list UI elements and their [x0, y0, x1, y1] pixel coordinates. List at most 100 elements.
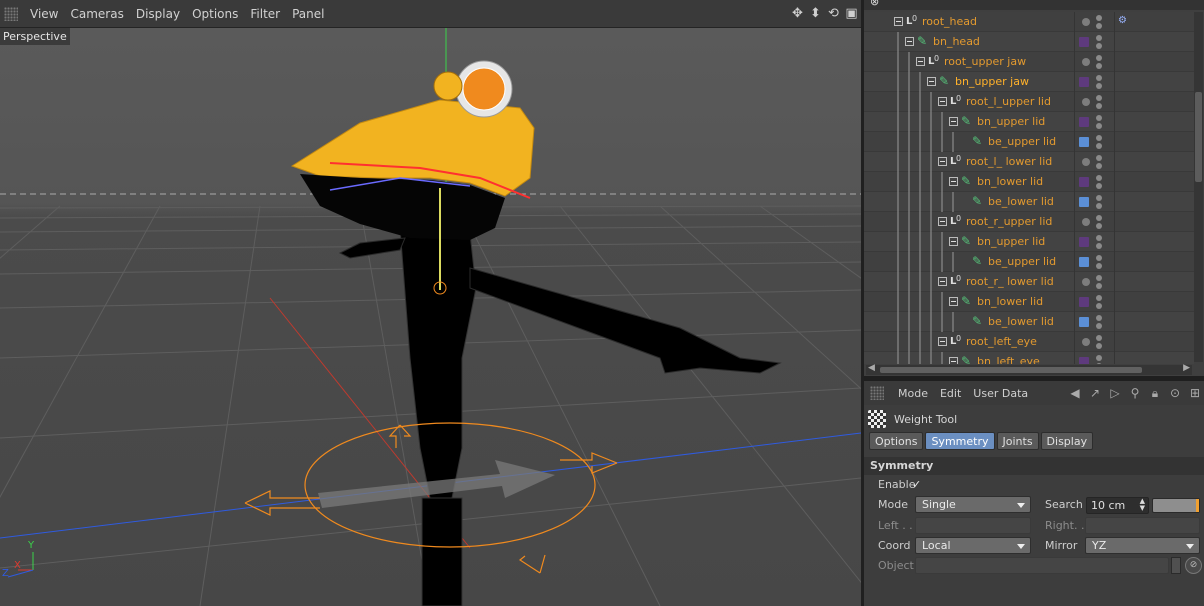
- object-name[interactable]: bn_head: [933, 32, 980, 52]
- expand-toggle-icon[interactable]: [949, 297, 958, 306]
- expand-toggle-icon[interactable]: [949, 357, 958, 364]
- close-icon[interactable]: ⊗: [870, 0, 884, 9]
- menu-mode[interactable]: Mode: [892, 387, 934, 400]
- scene-canvas[interactable]: Y X Z: [0, 28, 861, 606]
- expand-toggle-icon[interactable]: [894, 17, 903, 26]
- viewport-3d[interactable]: Y X Z Perspective: [0, 28, 861, 606]
- visibility-dots[interactable]: [1096, 274, 1102, 290]
- ik-tag-icon[interactable]: ⚙: [1118, 15, 1132, 29]
- frog-model[interactable]: [290, 60, 782, 606]
- visibility-dots[interactable]: [1096, 174, 1102, 190]
- object-name[interactable]: root_l_upper lid: [966, 92, 1051, 112]
- object-name[interactable]: root_left_eye: [966, 332, 1037, 352]
- grip-icon[interactable]: [870, 386, 884, 400]
- scroll-thumb[interactable]: [880, 367, 1142, 373]
- visibility-dots[interactable]: [1096, 14, 1102, 30]
- object-name[interactable]: be_lower lid: [988, 312, 1054, 332]
- expand-toggle-icon[interactable]: [949, 177, 958, 186]
- visibility-dots[interactable]: [1096, 354, 1102, 364]
- object-tree-row[interactable]: ✎ bn_left_eye: [864, 352, 1194, 364]
- layer-dot[interactable]: [1082, 98, 1090, 106]
- object-tree-row[interactable]: ✎ be_lower lid: [864, 312, 1194, 332]
- visibility-dots[interactable]: [1096, 194, 1102, 210]
- visibility-dots[interactable]: [1096, 254, 1102, 270]
- layer-color-swatch[interactable]: [1079, 297, 1089, 307]
- layer-color-swatch[interactable]: [1079, 117, 1089, 127]
- layer-color-swatch[interactable]: [1079, 177, 1089, 187]
- visibility-dots[interactable]: [1096, 234, 1102, 250]
- expand-toggle-icon[interactable]: [949, 117, 958, 126]
- visibility-dots[interactable]: [1096, 114, 1102, 130]
- layer-dot[interactable]: [1082, 158, 1090, 166]
- link-icon[interactable]: ⊙: [1168, 385, 1182, 401]
- object-tree-row[interactable]: root_l_ lower lid: [864, 152, 1194, 172]
- scroll-left-icon[interactable]: ◀: [868, 363, 875, 373]
- menu-edit[interactable]: Edit: [934, 387, 967, 400]
- object-tree-row[interactable]: ✎ bn_head: [864, 32, 1194, 52]
- tab-display[interactable]: Display: [1040, 432, 1094, 450]
- object-tree-row[interactable]: root_r_upper lid: [864, 212, 1194, 232]
- object-name[interactable]: root_r_upper lid: [966, 212, 1052, 232]
- menu-options[interactable]: Options: [186, 0, 244, 28]
- search-icon[interactable]: ⚲: [1128, 385, 1142, 401]
- object-name[interactable]: be_upper lid: [988, 132, 1056, 152]
- expand-toggle-icon[interactable]: [949, 237, 958, 246]
- layer-dot[interactable]: [1082, 58, 1090, 66]
- visibility-dots[interactable]: [1096, 334, 1102, 350]
- object-tree-row[interactable]: ✎ bn_lower lid: [864, 292, 1194, 312]
- visibility-dots[interactable]: [1096, 34, 1102, 50]
- enable-checkbox[interactable]: ✓: [912, 479, 924, 491]
- object-name[interactable]: bn_lower lid: [977, 172, 1043, 192]
- up-arrow-icon[interactable]: ↗: [1088, 385, 1102, 401]
- left-field[interactable]: [915, 517, 1031, 534]
- layer-dot[interactable]: [1082, 18, 1090, 26]
- menu-view[interactable]: View: [24, 0, 64, 28]
- menu-display[interactable]: Display: [130, 0, 186, 28]
- scroll-right-icon[interactable]: ▶: [1183, 363, 1190, 373]
- expand-toggle-icon[interactable]: [927, 77, 936, 86]
- menu-user-data[interactable]: User Data: [967, 387, 1034, 400]
- menu-panel[interactable]: Panel: [286, 0, 330, 28]
- expand-toggle-icon[interactable]: [938, 217, 947, 226]
- zoom-view-icon[interactable]: ⬍: [808, 5, 823, 22]
- object-tree-vscrollbar[interactable]: [1194, 12, 1203, 362]
- forward-arrow-icon[interactable]: ▷: [1108, 385, 1122, 401]
- object-tree-row[interactable]: ✎ bn_upper lid: [864, 112, 1194, 132]
- visibility-dots[interactable]: [1096, 314, 1102, 330]
- expand-toggle-icon[interactable]: [905, 37, 914, 46]
- layer-color-swatch[interactable]: [1079, 197, 1089, 207]
- expand-toggle-icon[interactable]: [938, 157, 947, 166]
- object-tree-row[interactable]: ✎ be_lower lid: [864, 192, 1194, 212]
- object-name[interactable]: bn_upper jaw: [955, 72, 1029, 92]
- right-field[interactable]: [1085, 517, 1200, 534]
- object-name[interactable]: be_lower lid: [988, 192, 1054, 212]
- layer-color-swatch[interactable]: [1079, 77, 1089, 87]
- tab-options[interactable]: Options: [869, 432, 924, 450]
- maximize-view-icon[interactable]: ▣: [844, 5, 859, 22]
- object-tree-row[interactable]: root_left_eye: [864, 332, 1194, 352]
- spinner-arrows-icon[interactable]: ▲ ▼: [1140, 498, 1145, 512]
- expand-toggle-icon[interactable]: [938, 97, 947, 106]
- object-tree-row[interactable]: root_r_ lower lid: [864, 272, 1194, 292]
- move-view-icon[interactable]: ✥: [790, 5, 805, 22]
- expand-toggle-icon[interactable]: [938, 337, 947, 346]
- object-link-field[interactable]: [915, 557, 1169, 574]
- object-name[interactable]: bn_left_eye: [977, 352, 1040, 364]
- object-name[interactable]: root_head: [922, 12, 977, 32]
- expand-toggle-icon[interactable]: [938, 277, 947, 286]
- layer-dot[interactable]: [1082, 218, 1090, 226]
- object-tree-row[interactable]: root_upper jaw: [864, 52, 1194, 72]
- tab-joints[interactable]: Joints: [996, 432, 1039, 450]
- object-name[interactable]: bn_upper lid: [977, 112, 1045, 132]
- object-tree-row[interactable]: root_l_upper lid: [864, 92, 1194, 112]
- search-slider[interactable]: [1152, 498, 1200, 513]
- visibility-dots[interactable]: [1096, 54, 1102, 70]
- link-field-button[interactable]: [1171, 557, 1181, 574]
- expand-toggle-icon[interactable]: [916, 57, 925, 66]
- object-name[interactable]: bn_lower lid: [977, 292, 1043, 312]
- layer-dot[interactable]: [1082, 278, 1090, 286]
- object-tree-row[interactable]: root_head ⚙: [864, 12, 1194, 32]
- viewport-camera-label[interactable]: Perspective: [0, 28, 70, 45]
- menu-filter[interactable]: Filter: [244, 0, 286, 28]
- layer-dot[interactable]: [1082, 338, 1090, 346]
